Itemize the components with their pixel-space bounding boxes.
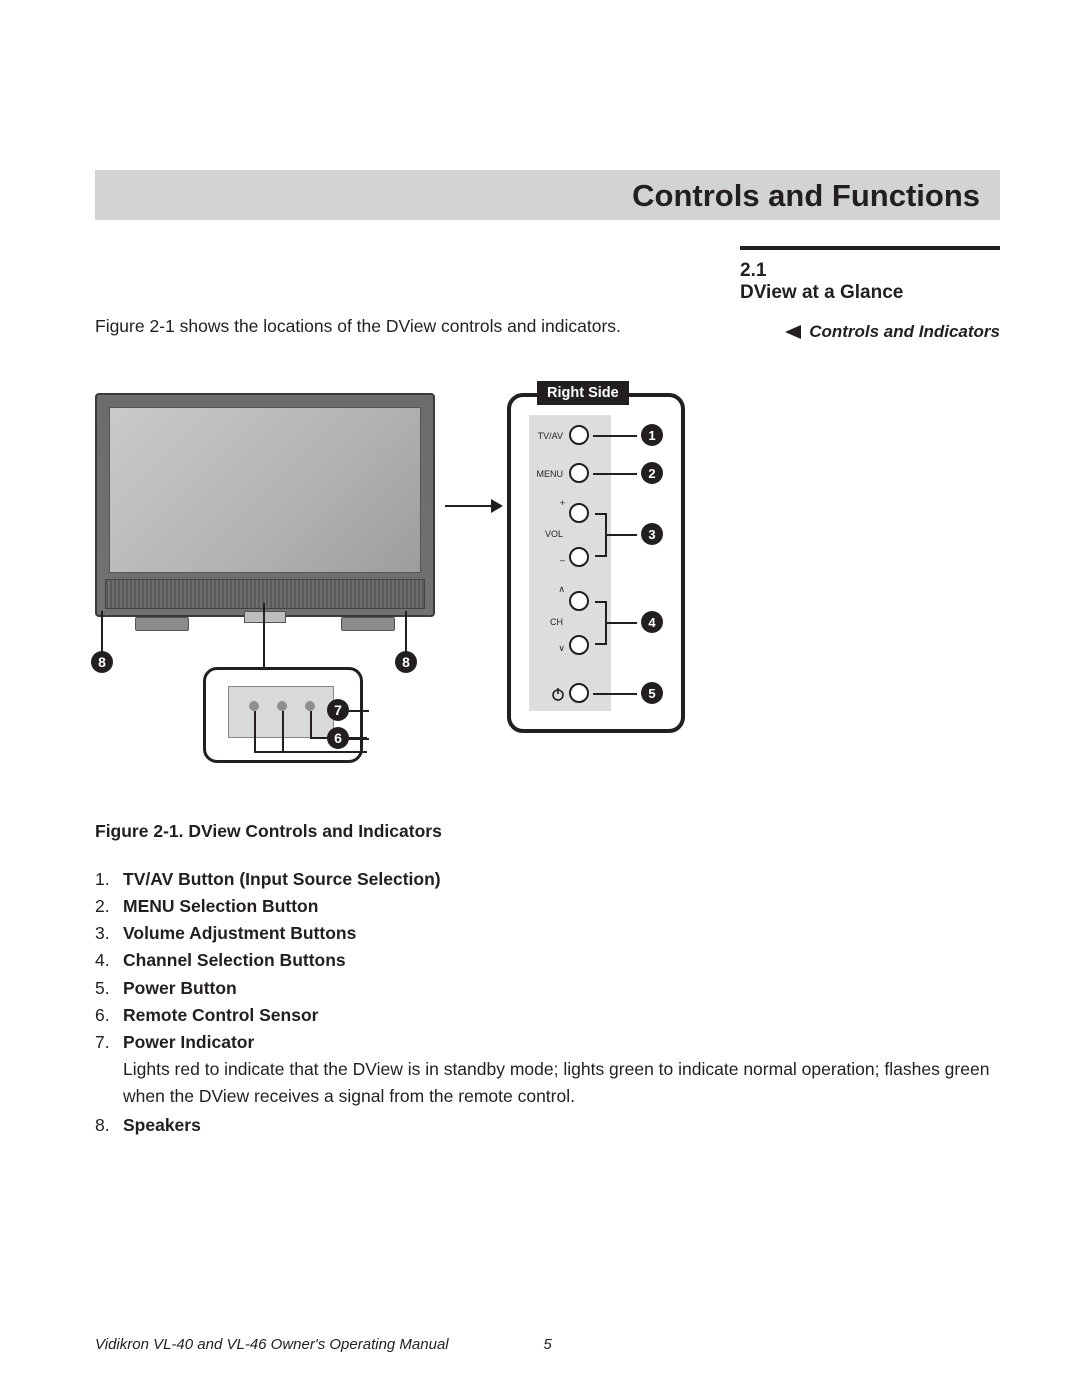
callout-line	[254, 751, 367, 753]
section-title: DView at a Glance	[740, 282, 1000, 304]
chapter-title-bar: Controls and Functions	[95, 170, 1000, 220]
callout-line	[593, 693, 637, 695]
callout-line	[607, 534, 637, 536]
tv-foot-left	[135, 617, 189, 631]
callout-4: 4	[641, 611, 663, 633]
sensor-dot	[305, 701, 315, 711]
section-header: 2.1 DView at a Glance	[740, 246, 1000, 304]
list-item-desc: Lights red to indicate that the DView is…	[123, 1056, 1000, 1110]
sidenote-text: Controls and Indicators	[809, 322, 1000, 342]
callout-line	[310, 711, 312, 739]
label-ch-up: ∧	[555, 584, 565, 595]
callout-line	[254, 711, 256, 753]
footer-title: Vidikron VL-40 and VL-46 Owner's Operati…	[95, 1336, 528, 1353]
vol-up-button[interactable]	[569, 503, 589, 523]
label-vol-plus: +	[555, 498, 565, 508]
callout-3: 3	[641, 523, 663, 545]
callout-line	[593, 473, 637, 475]
list-item: 6.Remote Control Sensor	[95, 1002, 1000, 1029]
label-ch-down: ∨	[555, 643, 565, 654]
tv-foot-right	[341, 617, 395, 631]
list-item: 3.Volume Adjustment Buttons	[95, 920, 1000, 947]
list-item: 2.MENU Selection Button	[95, 893, 1000, 920]
power-icon	[551, 687, 565, 701]
callout-line	[405, 611, 407, 653]
label-tvav: TV/AV	[533, 431, 563, 441]
sensor-detail-inner	[228, 686, 334, 738]
label-vol: VOL	[537, 529, 563, 539]
list-item: 8.Speakers	[95, 1112, 1000, 1139]
callout-6: 6	[327, 727, 349, 749]
tv-led-panel	[244, 611, 286, 623]
vol-down-button[interactable]	[569, 547, 589, 567]
list-item: 7.Power Indicator	[95, 1029, 1000, 1056]
figure: 8 8 7 6 Right Side TV/AV	[95, 379, 1000, 809]
triangle-left-icon	[785, 325, 801, 339]
page-footer: Vidikron VL-40 and VL-46 Owner's Operati…	[95, 1336, 1000, 1353]
list-item: 4.Channel Selection Buttons	[95, 947, 1000, 974]
list-item: 5.Power Button	[95, 975, 1000, 1002]
callout-line	[282, 711, 284, 753]
page: Controls and Functions 2.1 DView at a Gl…	[0, 0, 1080, 1397]
side-panel: Right Side TV/AV 1 MENU 2 + VOL – 3 ∧ CH…	[507, 393, 685, 733]
label-menu: MENU	[533, 469, 563, 479]
bracket-icon	[595, 513, 607, 557]
bracket-icon	[595, 601, 607, 645]
callout-8-left: 8	[91, 651, 113, 673]
ch-up-button[interactable]	[569, 591, 589, 611]
list-item: 1.TV/AV Button (Input Source Selection)	[95, 866, 1000, 893]
sidenote: Controls and Indicators	[785, 322, 1000, 342]
ch-down-button[interactable]	[569, 635, 589, 655]
sensor-dot	[277, 701, 287, 711]
tv-frame	[95, 393, 435, 617]
section-number: 2.1	[740, 260, 1000, 282]
label-vol-minus: –	[555, 555, 565, 565]
panel-tab: Right Side	[537, 381, 629, 405]
footer-page-number: 5	[528, 1336, 568, 1353]
tvav-button[interactable]	[569, 425, 589, 445]
legend-list: 1.TV/AV Button (Input Source Selection) …	[95, 866, 1000, 1139]
arrow-icon	[445, 505, 501, 507]
figure-caption: Figure 2-1. DView Controls and Indicator…	[95, 821, 1000, 842]
chapter-title: Controls and Functions	[632, 178, 980, 213]
tv-screen	[109, 407, 421, 573]
callout-line	[607, 622, 637, 624]
label-ch: CH	[541, 617, 563, 627]
callout-7: 7	[327, 699, 349, 721]
sensor-dot	[249, 701, 259, 711]
tv-speaker-bar	[105, 579, 425, 609]
callout-8-right: 8	[395, 651, 417, 673]
callout-1: 1	[641, 424, 663, 446]
power-button[interactable]	[569, 683, 589, 703]
callout-2: 2	[641, 462, 663, 484]
tv-illustration	[95, 393, 435, 617]
callout-line	[593, 435, 637, 437]
menu-button[interactable]	[569, 463, 589, 483]
callout-line	[101, 611, 103, 653]
callout-5: 5	[641, 682, 663, 704]
callout-line	[263, 603, 265, 669]
